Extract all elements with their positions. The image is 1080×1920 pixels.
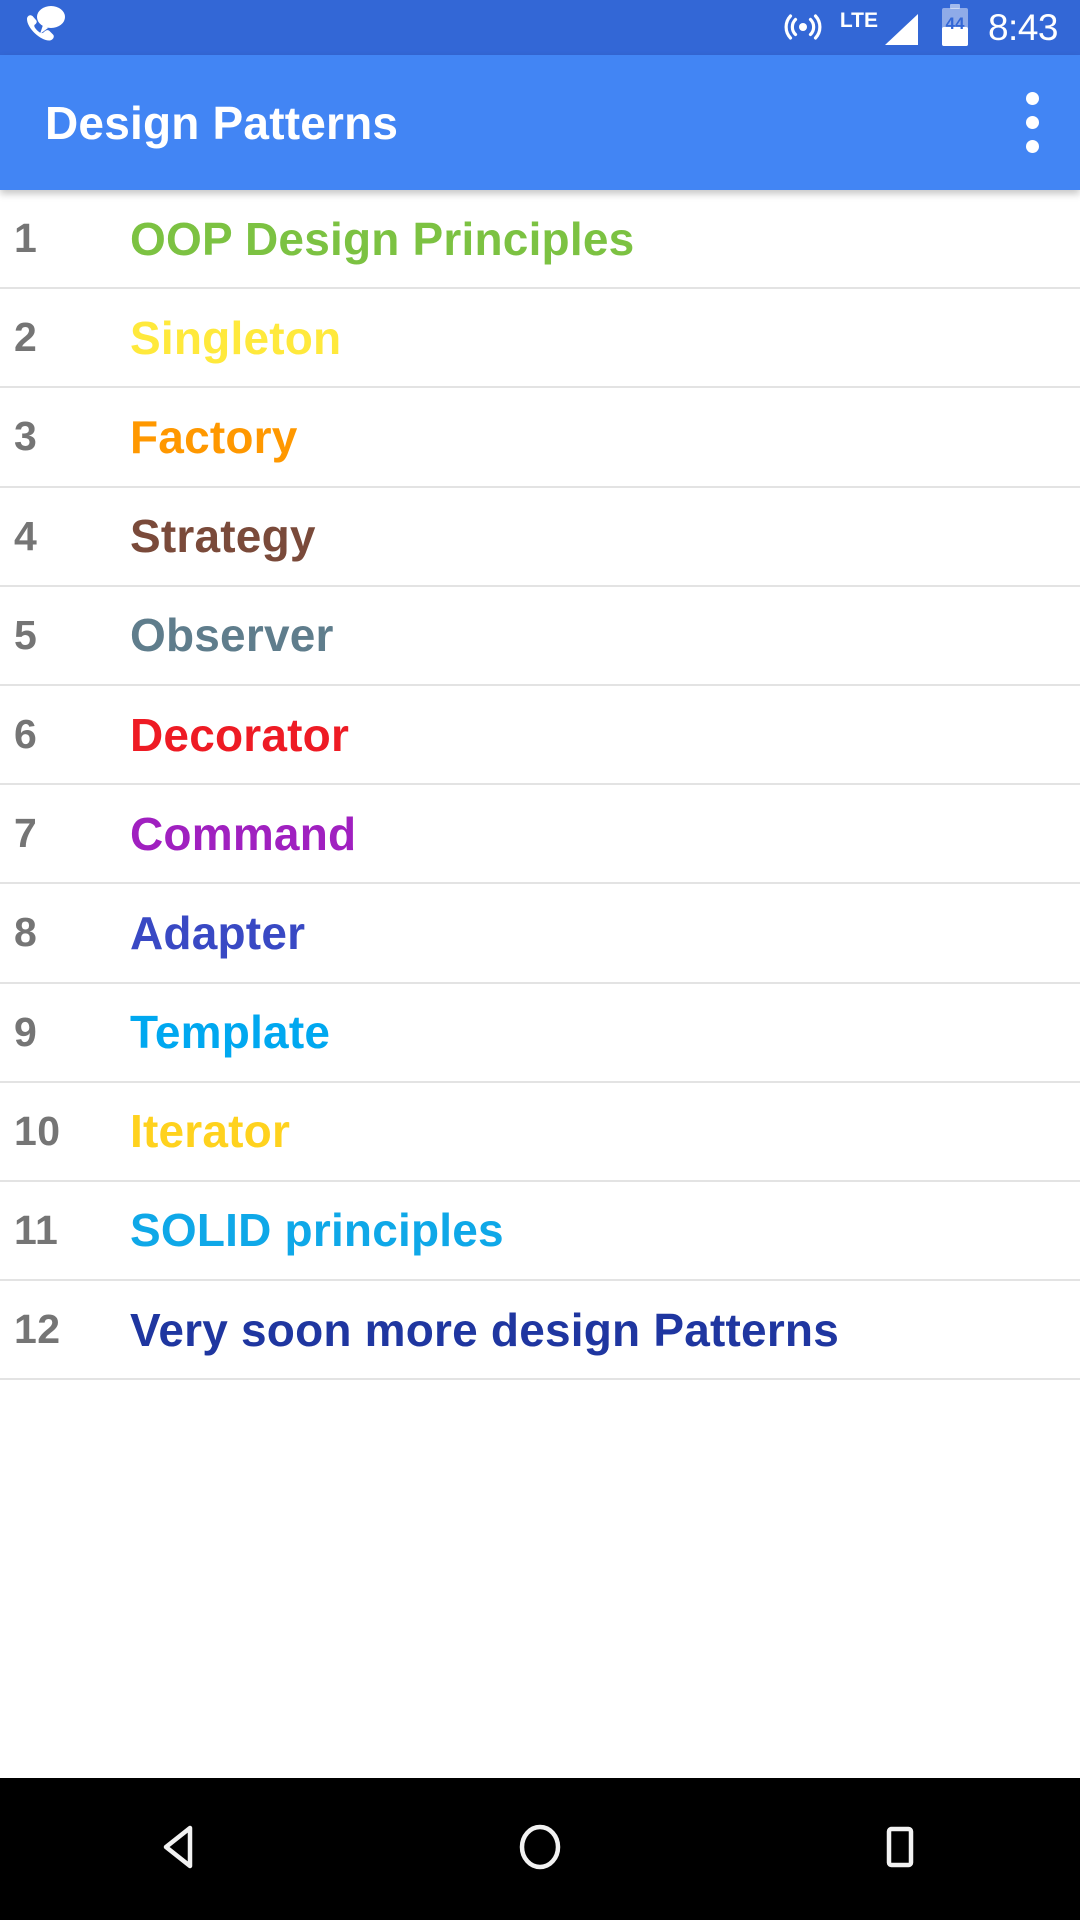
- triangle-back-icon: [149, 1816, 211, 1883]
- table-row[interactable]: 7 Command: [0, 785, 1080, 885]
- row-label: Decorator: [130, 708, 350, 761]
- overflow-menu-button[interactable]: [1026, 92, 1080, 153]
- row-label: Singleton: [130, 311, 342, 364]
- recents-button[interactable]: [820, 1778, 980, 1920]
- row-label: Command: [130, 807, 357, 860]
- table-row[interactable]: 5 Observer: [0, 586, 1080, 686]
- row-label: Very soon more design Patterns: [130, 1303, 840, 1356]
- back-button[interactable]: [100, 1778, 260, 1920]
- table-row[interactable]: 6 Decorator: [0, 685, 1080, 786]
- row-number: 7: [14, 810, 38, 857]
- table-row[interactable]: 10 Iterator: [0, 1082, 1080, 1182]
- page-title: Design Patterns: [45, 96, 399, 149]
- row-number: 6: [14, 711, 38, 758]
- dot-icon: [1026, 116, 1039, 129]
- app-bar: Design Patterns: [0, 55, 1080, 190]
- battery-level-label: 44: [945, 14, 965, 33]
- row-number: 4: [14, 512, 38, 559]
- table-row[interactable]: 12 Very soon more design Patterns: [0, 1281, 1080, 1381]
- status-bar: LTE 44 8:43: [0, 0, 1080, 55]
- row-label: SOLID principles: [130, 1204, 504, 1257]
- row-label: Iterator: [130, 1105, 291, 1158]
- app-screen: LTE 44 8:43 Design Patterns 1 OOP Design…: [0, 0, 1080, 1920]
- row-number: 10: [14, 1107, 61, 1154]
- navigation-bar: [0, 1778, 1080, 1920]
- row-number: 9: [14, 1008, 38, 1055]
- table-row[interactable]: 2 Singleton: [0, 289, 1080, 389]
- table-row[interactable]: 1 OOP Design Principles: [0, 190, 1080, 290]
- table-row[interactable]: 9 Template: [0, 983, 1080, 1083]
- status-bar-notifications: [0, 3, 68, 52]
- lte-signal-icon: LTE: [840, 8, 922, 48]
- hotspot-icon: [783, 5, 823, 50]
- row-label: OOP Design Principles: [130, 212, 635, 265]
- status-bar-clock: 8:43: [987, 7, 1059, 48]
- row-number: 1: [14, 215, 38, 262]
- row-label: Template: [130, 1006, 331, 1059]
- row-number: 5: [14, 611, 38, 658]
- lte-label: LTE: [839, 8, 878, 32]
- row-number: 11: [14, 1206, 59, 1253]
- circle-home-icon: [509, 1816, 571, 1883]
- row-label: Strategy: [130, 510, 316, 563]
- square-recents-icon: [869, 1816, 931, 1883]
- row-label: Adapter: [130, 906, 306, 959]
- battery-icon: 44: [939, 3, 971, 52]
- row-number: 8: [14, 909, 38, 956]
- table-row[interactable]: 3 Factory: [0, 388, 1080, 488]
- pattern-list[interactable]: 1 OOP Design Principles 2 Singleton 3 Factory…: [0, 190, 1080, 1778]
- table-row[interactable]: 11 SOLID principles: [0, 1181, 1080, 1282]
- row-number: 2: [14, 314, 38, 361]
- status-bar-system-icons: LTE 44 8:43: [783, 3, 1080, 52]
- dot-icon: [1026, 140, 1039, 153]
- row-number: 12: [14, 1306, 61, 1353]
- row-label: Factory: [130, 410, 298, 463]
- phone-message-icon: [20, 3, 68, 52]
- table-row[interactable]: 8 Adapter: [0, 884, 1080, 984]
- row-number: 3: [14, 413, 38, 460]
- dot-icon: [1026, 92, 1039, 105]
- home-button[interactable]: [460, 1778, 620, 1920]
- row-label: Observer: [130, 609, 334, 662]
- table-row[interactable]: 4 Strategy: [0, 487, 1080, 587]
